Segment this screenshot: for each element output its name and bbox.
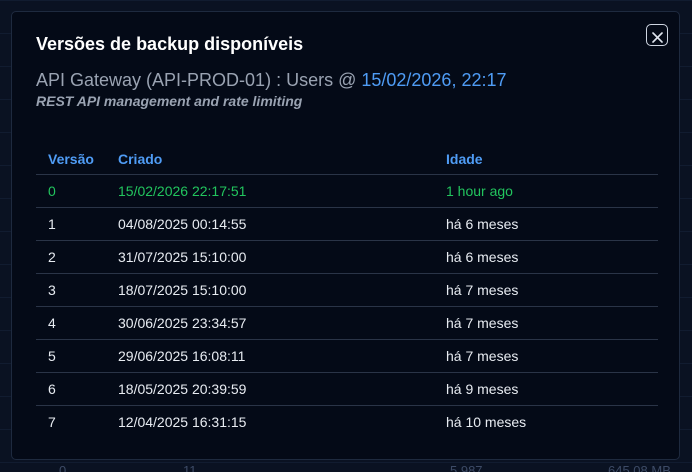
cell-created: 18/05/2025 20:39:59 [106, 372, 434, 406]
resource-description: REST API management and rate limiting [36, 93, 303, 109]
cell-created: 29/06/2025 16:08:11 [106, 339, 434, 373]
resource-timestamp: 15/02/2026, 22:17 [361, 70, 507, 90]
cell-created: 12/04/2025 16:31:15 [118, 414, 247, 430]
close-button[interactable] [646, 24, 668, 46]
table-row[interactable]: 3 18/07/2025 15:10:00 há 7 meses [36, 273, 658, 307]
cell-version: 2 [36, 240, 106, 274]
versions-table: Versão Criado Idade 0 15/02/2026 22:17:51… [36, 143, 658, 438]
resource-name: API Gateway (API-PROD-01) : Users @ [36, 70, 362, 90]
cell-created: 31/07/2025 15:10:00 [106, 240, 434, 274]
cell-age: há 6 meses [434, 207, 658, 241]
background-cell: 5.987 [450, 463, 483, 472]
cell-version: 5 [36, 339, 106, 373]
background-cell: 11 [183, 463, 197, 472]
cell-created: 04/08/2025 00:14:55 [106, 207, 434, 241]
header-created[interactable]: Criado [106, 143, 434, 175]
close-icon [651, 31, 663, 43]
cell-age: há 7 meses [434, 306, 658, 340]
cell-age: há 10 meses [446, 414, 527, 430]
table-row[interactable]: 5 29/06/2025 16:08:11 há 7 meses [36, 339, 658, 373]
table-header-row: Versão Criado Idade [36, 143, 658, 175]
table-row[interactable]: 0 15/02/2026 22:17:51 1 hour ago [36, 174, 658, 208]
cell-age: há 9 meses [434, 372, 658, 406]
table-row[interactable]: 6 18/05/2025 20:39:59 há 9 meses [36, 372, 658, 406]
backup-versions-dialog: Versões de backup disponíveis API Gatewa… [11, 11, 680, 460]
table-row[interactable]: 2 31/07/2025 15:10:00 há 6 meses [36, 240, 658, 274]
cell-created: 30/06/2025 23:34:57 [106, 306, 434, 340]
cell-age: há 6 meses [434, 240, 658, 274]
cell-version: 0 [36, 174, 106, 208]
resource-subtitle: API Gateway (API-PROD-01) : Users @ 15/0… [36, 70, 507, 91]
cell-version: 4 [36, 306, 106, 340]
cell-version: 7 [48, 414, 56, 430]
cell-created: 18/07/2025 15:10:00 [106, 273, 434, 307]
cell-age: há 7 meses [434, 273, 658, 307]
header-version[interactable]: Versão [36, 143, 106, 175]
cell-version: 1 [36, 207, 106, 241]
cell-version: 6 [36, 372, 106, 406]
table-row[interactable]: 7 12/04/2025 16:31:15 há 10 meses [36, 406, 658, 439]
cell-age: 1 hour ago [434, 174, 658, 208]
header-age[interactable]: Idade [434, 143, 658, 175]
cell-version: 3 [36, 273, 106, 307]
background-cell: 645.08 MB [608, 463, 671, 472]
cell-age: há 7 meses [434, 339, 658, 373]
dialog-title: Versões de backup disponíveis [36, 34, 304, 54]
table-row[interactable]: 4 30/06/2025 23:34:57 há 7 meses [36, 306, 658, 340]
cell-created: 15/02/2026 22:17:51 [106, 174, 434, 208]
table-row[interactable]: 1 04/08/2025 00:14:55 há 6 meses [36, 207, 658, 241]
background-cell: 0 [59, 463, 67, 472]
